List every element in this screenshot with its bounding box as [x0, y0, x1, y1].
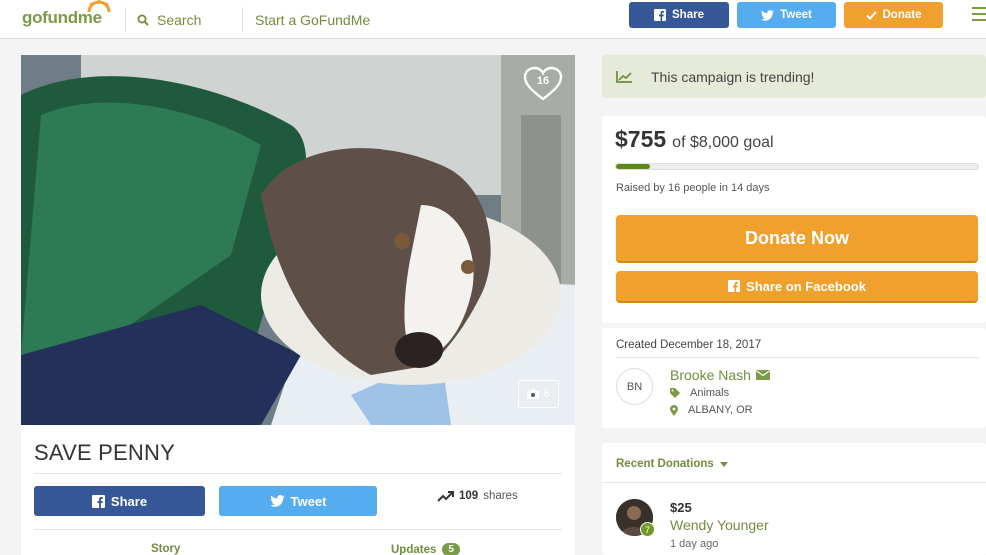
progress-fill [616, 164, 651, 169]
progress-bar [615, 163, 979, 170]
donate-now-button[interactable]: Donate Now [616, 215, 978, 261]
logo-text: gofundme [22, 8, 102, 27]
photo-count: 6 [543, 388, 550, 400]
created-date: Created December 18, 2017 [616, 339, 762, 351]
recent-donations-label: Recent Donations [616, 458, 714, 470]
facebook-icon [654, 9, 667, 21]
divider [34, 473, 562, 474]
share-on-facebook-button[interactable]: Share on Facebook [616, 271, 978, 301]
organizer-name-link[interactable]: Brooke Nash [670, 367, 770, 383]
photo-gallery-button[interactable]: 6 [518, 380, 559, 408]
search-link[interactable]: Search [137, 0, 201, 39]
gofundme-logo[interactable]: gofundme [22, 0, 122, 39]
tweet-button[interactable]: Tweet [737, 2, 836, 28]
updates-count-badge: 5 [442, 543, 460, 555]
search-label: Search [157, 11, 202, 28]
divider [616, 357, 979, 358]
tab-label: Updates [391, 543, 437, 555]
tab-updates[interactable]: Updates 5 [391, 543, 460, 555]
twitter-icon [761, 9, 775, 21]
amount-raised: $755 of $8,000 goal [615, 126, 774, 153]
donation-time: 1 day ago [670, 538, 719, 550]
nav-divider [125, 7, 126, 31]
heart-button[interactable]: 16 [523, 66, 563, 102]
heart-count: 16 [536, 75, 550, 87]
share-facebook-label: Share on Facebook [746, 278, 866, 294]
dog-photo-illustration [21, 55, 575, 425]
twitter-icon [269, 495, 285, 507]
donate-button[interactable]: Donate [844, 2, 943, 28]
donor-name: Wendy Younger [670, 517, 769, 533]
divider [34, 529, 562, 530]
page-title: SAVE PENNY [34, 440, 175, 465]
share-button[interactable]: Share [34, 486, 205, 516]
envelope-icon[interactable] [755, 370, 770, 380]
facebook-icon [728, 280, 741, 292]
donate-label: Donate [882, 9, 922, 21]
shares-count: 109 shares [437, 490, 518, 502]
camera-icon [527, 389, 540, 399]
shares-label: shares [483, 490, 518, 502]
raised-amount: $755 [615, 126, 667, 152]
location-pin-icon [670, 404, 678, 416]
location-label: ALBANY, OR [688, 404, 753, 416]
start-gofundme-link[interactable]: Start a GoFundMe [255, 0, 370, 39]
trending-text: This campaign is trending! [651, 68, 815, 85]
tweet-label: Tweet [290, 493, 327, 509]
nav-divider [242, 7, 243, 31]
goal-amount: of $8,000 goal [672, 134, 774, 151]
raised-by-text: Raised by 16 people in 14 days [616, 182, 770, 194]
tag-icon [670, 388, 680, 398]
category: Animals [670, 387, 729, 399]
facebook-icon [91, 494, 105, 508]
menu-icon[interactable] [972, 7, 986, 23]
tweet-label: Tweet [780, 9, 812, 21]
category-label: Animals [690, 387, 730, 399]
trending-icon [437, 490, 454, 502]
organizer-avatar: BN [616, 368, 653, 405]
share-label: Share [110, 493, 148, 509]
tweet-button[interactable]: Tweet [219, 486, 377, 516]
organizer-name: Brooke Nash [670, 367, 751, 383]
recent-donations-dropdown[interactable]: Recent Donations [616, 458, 728, 470]
location: ALBANY, OR [670, 404, 753, 416]
tab-label: Story [151, 543, 181, 555]
tab-story[interactable]: Story [151, 543, 180, 555]
share-label: Share [672, 9, 704, 21]
top-nav: gofundme Search Start a GoFundMe Share T… [0, 0, 986, 39]
campaign-photo [21, 55, 575, 425]
shares-number: 109 [459, 490, 479, 502]
search-icon [137, 14, 149, 26]
chevron-down-icon [719, 461, 728, 467]
facebook-share-button[interactable]: Share [629, 2, 729, 28]
trending-banner: This campaign is trending! [602, 55, 986, 98]
divider [602, 482, 986, 483]
checkmark-icon [865, 10, 877, 20]
donor-badge: 7 [640, 522, 655, 537]
donation-amount: $25 [670, 500, 692, 515]
chart-trending-icon [616, 71, 632, 83]
